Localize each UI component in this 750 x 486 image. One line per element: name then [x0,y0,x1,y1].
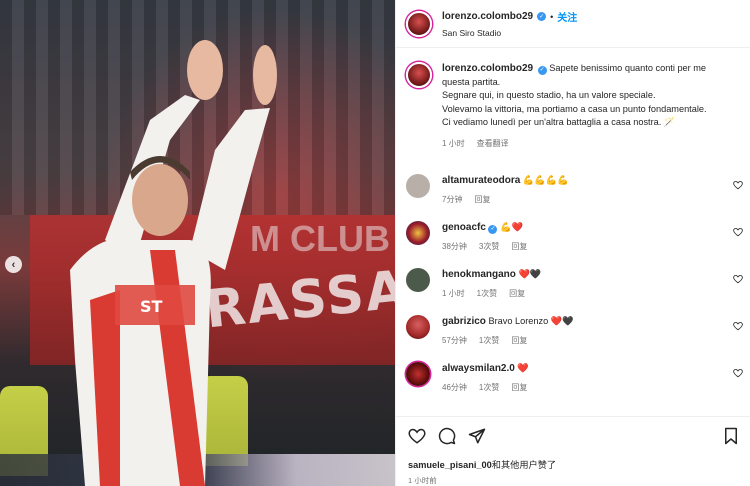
reply-link[interactable]: 回复 [474,193,490,206]
caption-time: 1 小时 [442,138,465,148]
comment-time: 1 小时 [442,289,465,298]
heart-icon[interactable] [733,180,743,190]
svg-text:ST: ST [140,297,163,316]
translate-link[interactable]: 查看翻译 [477,137,509,151]
comment-meta: 46分钟 1次赞 回复 [442,381,741,394]
comment-text: ❤️ [517,363,529,373]
heart-icon[interactable] [733,274,743,284]
comment-body: henokmangano ❤️🖤 1 小时 1次赞 回复 [442,268,741,300]
comment-meta: 57分钟 1次赞 回复 [442,334,741,347]
comment-body: gabrizico Bravo Lorenzo ❤️🖤 57分钟 1次赞 回复 [442,315,741,347]
comment-icon[interactable] [438,427,456,445]
post-location[interactable]: San Siro Stadio [442,28,577,38]
caption-meta: 1 小时 查看翻译 [442,137,732,151]
chevron-left-icon: ‹ [11,258,16,271]
comment-likes[interactable]: 1次赞 [479,334,499,347]
comment-avatar[interactable] [406,315,430,339]
header-text: lorenzo.colombo29 ✓ • 关注 San Siro Stadio [442,9,577,38]
comment-time: 7分钟 [442,195,463,204]
comment-time: 46分钟 [442,383,467,392]
comment-avatar[interactable] [406,221,430,245]
comment-avatar[interactable] [406,174,430,198]
comment-username[interactable]: altamurateodora [442,175,520,186]
bookmark-icon[interactable] [723,427,739,445]
post-caption: lorenzo.colombo29 ✓ Sapete benissimo qua… [396,48,750,150]
caption-body: lorenzo.colombo29 ✓ Sapete benissimo qua… [442,62,732,150]
reply-link[interactable]: 回复 [511,381,527,394]
comment-time: 38分钟 [442,242,467,251]
verified-icon: ✓ [537,66,547,76]
comment-item: henokmangano ❤️🖤 1 小时 1次赞 回复 [396,268,750,300]
comment-avatar[interactable] [406,268,430,292]
post-actions: samuele_pisani_00和其他用户赞了 1 小时前 [396,416,750,486]
comment-text: 💪❤️ [500,222,523,232]
caption-line: Ci vediamo lunedì per un'altra battaglia… [442,117,676,127]
caption-avatar[interactable] [406,62,432,88]
action-row [408,427,739,445]
reply-link[interactable]: 回复 [509,287,525,300]
comment-username[interactable]: alwaysmilan2.0 [442,363,515,374]
heart-icon[interactable] [408,427,426,445]
comment-likes[interactable]: 1次赞 [477,287,497,300]
caption-line: Segnare qui, in questo stadio, ha un val… [442,90,656,100]
comment-item: alwaysmilan2.0 ❤️ 46分钟 1次赞 回复 [396,362,750,394]
comment-text: ❤️🖤 [518,269,542,279]
likes-summary: samuele_pisani_00和其他用户赞了 [408,457,739,471]
share-icon[interactable] [468,427,486,445]
comments-list[interactable]: lorenzo.colombo29 ✓ Sapete benissimo qua… [396,48,750,416]
comment-text: 💪💪💪💪 [522,175,569,185]
caption-username[interactable]: lorenzo.colombo29 [442,63,533,74]
header-row: lorenzo.colombo29 ✓ • 关注 [442,9,577,24]
reply-link[interactable]: 回复 [511,334,527,347]
comment-likes[interactable]: 3次赞 [479,240,499,253]
likes-suffix[interactable]: 和其他用户赞了 [492,460,556,470]
comment-item: gabrizico Bravo Lorenzo ❤️🖤 57分钟 1次赞 回复 [396,315,750,347]
comment-body: alwaysmilan2.0 ❤️ 46分钟 1次赞 回复 [442,362,741,394]
heart-icon[interactable] [733,321,743,331]
comment-body: genoacfc ✓ 💪❤️ 38分钟 3次赞 回复 [442,221,741,253]
post-time: 1 小时前 [408,476,437,485]
comment-avatar[interactable] [406,362,430,386]
verified-icon: ✓ [488,225,498,234]
comment-username[interactable]: henokmangano [442,269,516,280]
follow-button[interactable]: 关注 [557,9,577,24]
verified-icon: ✓ [537,12,547,21]
comment-meta: 7分钟 回复 [442,193,741,206]
previous-image-button[interactable]: ‹ [5,256,22,273]
comment-likes[interactable]: 1次赞 [479,381,499,394]
author-username[interactable]: lorenzo.colombo29 [442,11,533,22]
heart-icon[interactable] [733,227,743,237]
comment-username[interactable]: gabrizico [442,316,486,327]
comment-item: genoacfc ✓ 💪❤️ 38分钟 3次赞 回复 [396,221,750,253]
comment-meta: 1 小时 1次赞 回复 [442,287,741,300]
comment-item: altamurateodora 💪💪💪💪 7分钟 回复 [396,174,750,206]
comment-username[interactable]: genoacfc [442,222,486,233]
post-side-panel: lorenzo.colombo29 ✓ • 关注 San Siro Stadio… [395,0,750,486]
post-header: lorenzo.colombo29 ✓ • 关注 San Siro Stadio [396,0,750,48]
author-avatar[interactable] [406,10,432,37]
player-figure: ST [70,40,277,486]
heart-icon[interactable] [733,368,743,378]
comment-text: Bravo Lorenzo ❤️🖤 [488,316,574,326]
comment-time: 57分钟 [442,336,467,345]
post-photo: M CLUB RASSA ST ‹ [0,0,395,486]
dot-separator: • [550,11,554,22]
reply-link[interactable]: 回复 [511,240,527,253]
comment-body: altamurateodora 💪💪💪💪 7分钟 回复 [442,174,741,206]
likes-username[interactable]: samuele_pisani_00 [408,460,492,470]
comment-meta: 38分钟 3次赞 回复 [442,240,741,253]
caption-line: Volevamo la vittoria, ma portiamo a casa… [442,103,707,114]
